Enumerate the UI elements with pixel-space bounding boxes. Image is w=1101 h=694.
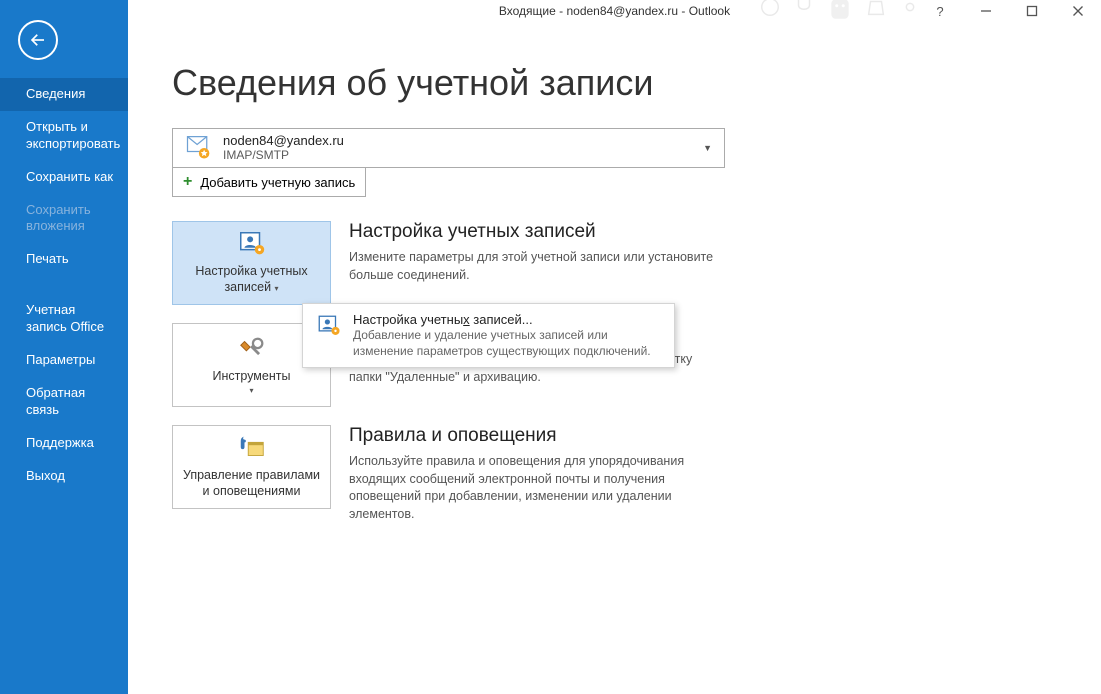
window-title: Входящие - noden84@yandex.ru - Outlook <box>499 4 730 18</box>
maximize-button[interactable] <box>1009 0 1055 22</box>
tools-icon <box>236 335 268 363</box>
sidebar-item-support[interactable]: Поддержка <box>0 427 128 460</box>
sidebar-item-info[interactable]: Сведения <box>0 78 128 111</box>
content: Сведения об учетной записи noden84@yande… <box>128 22 1101 553</box>
plus-icon: + <box>183 173 192 191</box>
sidebar-item-open-export[interactable]: Открыть и экспортировать <box>0 111 128 161</box>
account-settings-icon <box>236 230 268 258</box>
menu-item-account-settings[interactable]: Настройка учетных записей... Добавление … <box>303 304 674 367</box>
tile-label: Инструменты <box>213 369 291 385</box>
tile-account-settings[interactable]: Настройка учетных записей ▾ <box>172 221 331 305</box>
backstage-sidebar: Сведения Открыть и экспортировать Сохран… <box>0 0 128 694</box>
rules-alerts-icon <box>236 434 268 462</box>
sidebar-item-feedback[interactable]: Обратная связь <box>0 377 128 427</box>
sidebar-item-office-account[interactable]: Учетная запись Office <box>0 294 128 344</box>
account-settings-icon <box>315 312 343 340</box>
chevron-down-icon: ▾ <box>275 284 279 293</box>
account-protocol: IMAP/SMTP <box>223 149 344 163</box>
sidebar-item-options[interactable]: Параметры <box>0 344 128 377</box>
minimize-button[interactable] <box>963 0 1009 22</box>
account-settings-menu: Настройка учетных записей... Добавление … <box>302 303 675 368</box>
sidebar-item-save-as[interactable]: Сохранить как <box>0 161 128 194</box>
add-account-button[interactable]: + Добавить учетную запись <box>172 168 366 197</box>
section-title: Правила и оповещения <box>349 425 719 447</box>
back-button[interactable] <box>18 20 58 60</box>
sidebar-item-save-attachments: Сохранить вложения <box>0 194 128 244</box>
sidebar-item-exit[interactable]: Выход <box>0 460 128 493</box>
section-desc: Используйте правила и оповещения для упо… <box>349 453 719 523</box>
section-title: Настройка учетных записей <box>349 221 719 243</box>
page-title: Сведения об учетной записи <box>172 62 1071 104</box>
account-email: noden84@yandex.ru <box>223 134 344 149</box>
close-button[interactable] <box>1055 0 1101 22</box>
chevron-down-icon: ▾ <box>249 386 253 395</box>
chevron-down-icon: ▼ <box>703 143 712 153</box>
tile-label: Управление правилами и оповещениями <box>179 468 324 499</box>
help-button[interactable]: ? <box>917 0 963 22</box>
add-account-label: Добавить учетную запись <box>200 175 355 190</box>
sidebar-item-print[interactable]: Печать <box>0 243 128 276</box>
account-icon <box>183 133 213 163</box>
titlebar: Входящие - noden84@yandex.ru - Outlook ? <box>128 0 1101 22</box>
menu-item-desc: Добавление и удаление учетных записей ил… <box>353 327 662 359</box>
tile-rules-alerts[interactable]: Управление правилами и оповещениями <box>172 425 331 509</box>
menu-item-title: Настройка учетных записей... <box>353 312 662 327</box>
tile-label: Настройка учетных записей ▾ <box>179 264 324 295</box>
account-dropdown[interactable]: noden84@yandex.ru IMAP/SMTP ▼ <box>172 128 725 168</box>
main-area: Входящие - noden84@yandex.ru - Outlook ?… <box>128 0 1101 694</box>
arrow-left-icon <box>29 31 47 49</box>
section-desc: Измените параметры для этой учетной запи… <box>349 249 719 284</box>
